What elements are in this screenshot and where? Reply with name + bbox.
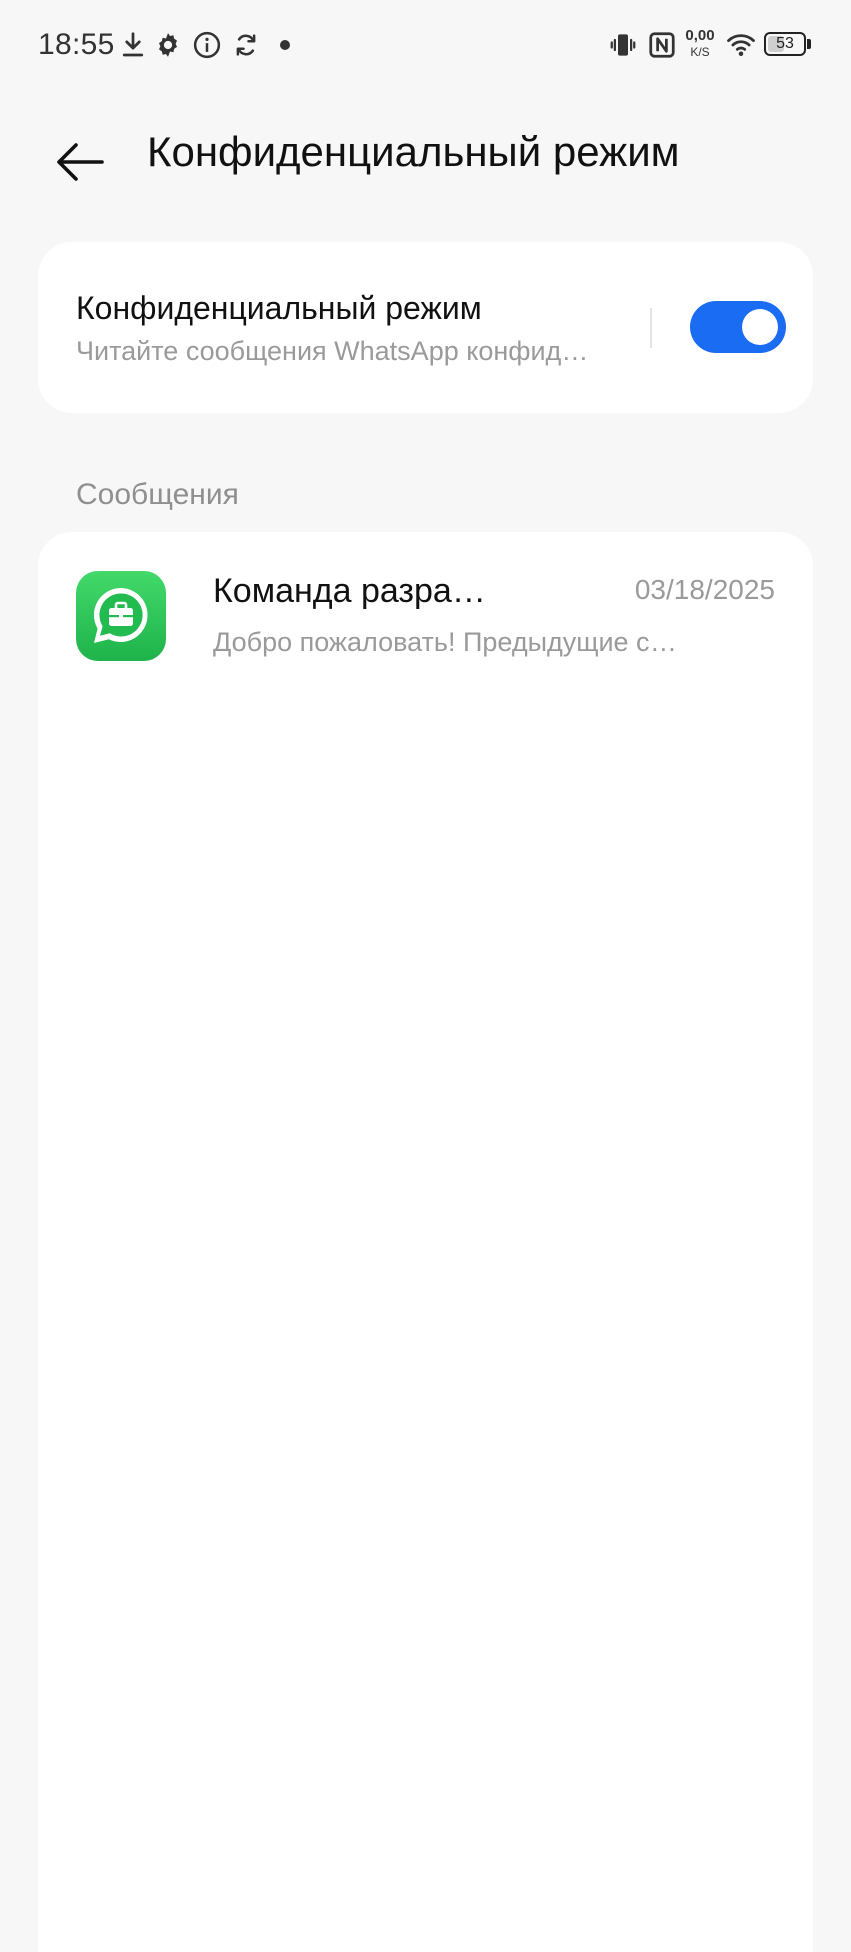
list-item[interactable]: Команда разработчиков 03/18/2025 Добро п… (38, 532, 813, 662)
network-speed-value: 0,00 (685, 27, 715, 44)
whatsapp-business-icon (76, 571, 166, 661)
wifi-icon (727, 34, 755, 56)
info-icon (193, 31, 221, 59)
whatsapp-business-glyph (93, 587, 148, 643)
privacy-mode-toggle[interactable] (690, 301, 786, 353)
messages-section-label: Сообщения (76, 478, 239, 511)
message-date: 03/18/2025 (634, 574, 775, 605)
back-button[interactable] (40, 122, 120, 202)
network-speed: 0,00 K/S (682, 28, 718, 58)
page-title: Конфиденциальный режим (147, 128, 680, 175)
privacy-mode-card: Конфиденциальный режим Читайте сообщения… (38, 242, 813, 413)
privacy-mode-title: Конфиденциальный режим (76, 290, 482, 326)
divider (650, 308, 652, 348)
status-bar: 18:55 0,00 K/S 53 (0, 0, 851, 92)
messages-list: Команда разработчиков 03/18/2025 Добро п… (38, 532, 813, 1952)
arrow-left-icon (57, 143, 104, 181)
vibrate-icon (610, 34, 636, 56)
battery-cap (807, 39, 811, 49)
message-preview: Добро пожаловать! Предыдущие сообщения (213, 627, 683, 657)
battery-level: 53 (776, 35, 794, 52)
network-speed-unit: K/S (690, 45, 710, 59)
privacy-mode-subtitle: Читайте сообщения WhatsApp конфиденциаль… (76, 336, 596, 366)
gear-icon (159, 33, 177, 57)
nfc-icon (649, 32, 675, 58)
toggle-knob (742, 309, 778, 345)
download-icon (122, 32, 144, 57)
status-time: 18:55 (38, 28, 115, 61)
notification-dot-icon (280, 40, 290, 50)
battery-icon: 53 (764, 32, 806, 56)
sync-icon (236, 34, 256, 56)
message-sender: Команда разработчиков (213, 572, 503, 610)
app-header: Конфиденциальный режим (0, 110, 851, 200)
